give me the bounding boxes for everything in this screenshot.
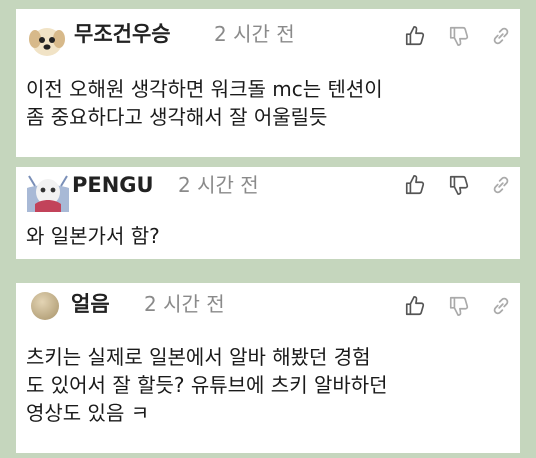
circle-avatar-icon[interactable] xyxy=(30,291,60,321)
comment-author[interactable]: PENGU xyxy=(72,173,154,197)
comment-card: 무조건우승 2 시간 전 이전 오해원 생각하면 워크돌 mc는 텐션이 좀 중… xyxy=(16,9,520,157)
link-icon[interactable] xyxy=(490,174,512,196)
comment-timestamp: 2 시간 전 xyxy=(178,173,259,197)
comment-body: 와 일본가서 함? xyxy=(26,222,510,250)
comment-timestamp: 2 시간 전 xyxy=(144,292,225,316)
comment-line: 츠키는 실제로 일본에서 알바 해봤던 경험 xyxy=(26,345,371,369)
link-icon[interactable] xyxy=(490,25,512,47)
comment-body: 이전 오해원 생각하면 워크돌 mc는 텐션이 좀 중요하다고 생각해서 잘 어… xyxy=(26,75,510,131)
puppy-avatar-icon[interactable] xyxy=(27,20,67,60)
comment-line: 이전 오해원 생각하면 워크돌 mc는 텐션이 xyxy=(26,77,383,101)
comment-actions xyxy=(400,174,510,196)
thumbs-up-icon[interactable] xyxy=(404,174,426,196)
thumbs-up-icon[interactable] xyxy=(404,25,426,47)
comment-card: PENGU 2 시간 전 와 일본가서 함? xyxy=(16,167,520,259)
doll-avatar-icon[interactable] xyxy=(27,170,69,212)
link-icon[interactable] xyxy=(490,295,512,317)
thumbs-up-icon[interactable] xyxy=(404,295,426,317)
thumbs-down-icon[interactable] xyxy=(448,25,470,47)
comment-author[interactable]: 얼음 xyxy=(71,292,110,316)
comment-body: 츠키는 실제로 일본에서 알바 해봤던 경험 도 있어서 잘 할듯? 유튜브에 … xyxy=(26,343,510,427)
thumbs-down-icon[interactable] xyxy=(448,174,470,196)
comment-actions xyxy=(400,295,510,317)
comment-line: 영상도 있음 ㅋ xyxy=(26,401,150,425)
comment-card: 얼음 2 시간 전 츠키는 실제로 일본에서 알바 해봤던 경험 도 있어서 잘… xyxy=(16,283,520,453)
thumbs-down-icon[interactable] xyxy=(448,295,470,317)
comment-line: 도 있어서 잘 할듯? 유튜브에 츠키 알바하던 xyxy=(26,373,388,397)
comment-timestamp: 2 시간 전 xyxy=(214,22,295,46)
comment-author[interactable]: 무조건우승 xyxy=(74,22,171,46)
comment-line: 와 일본가서 함? xyxy=(26,224,160,248)
comment-line: 좀 중요하다고 생각해서 잘 어울릴듯 xyxy=(26,105,328,129)
comment-actions xyxy=(400,25,510,47)
